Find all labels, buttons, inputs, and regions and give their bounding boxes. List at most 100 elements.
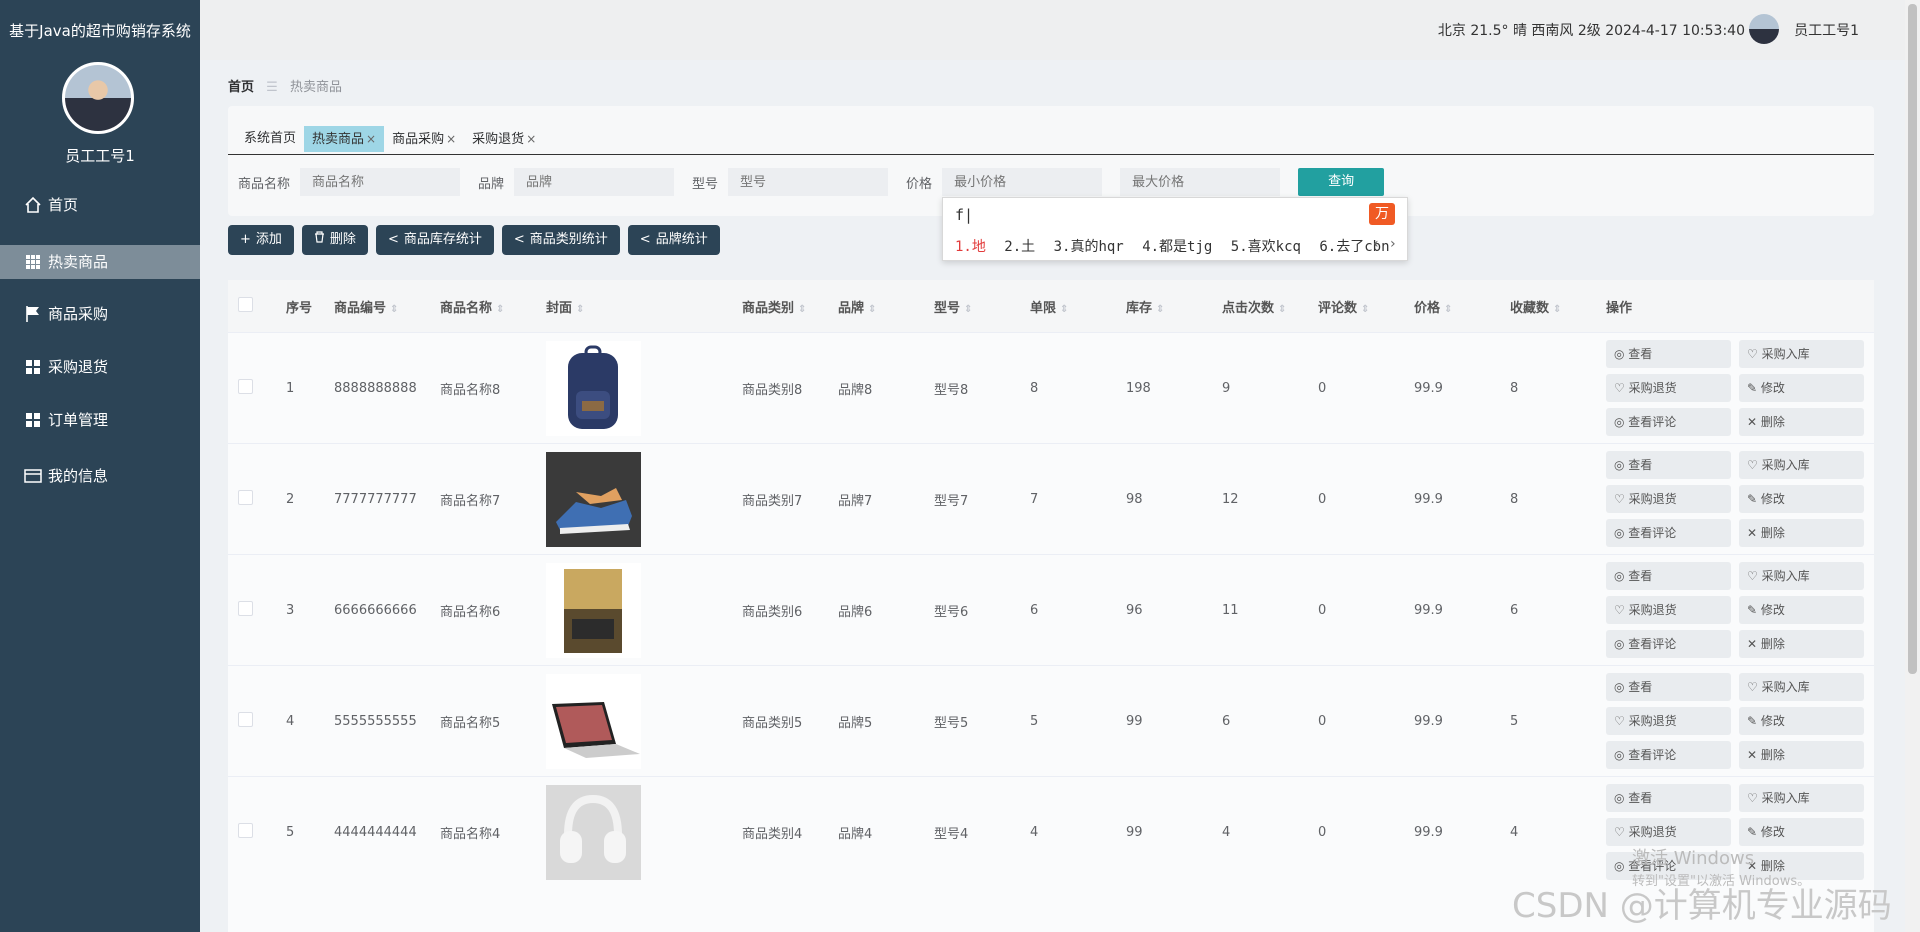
- tab-system-home[interactable]: 系统首页: [236, 126, 304, 152]
- avatar[interactable]: [62, 62, 134, 134]
- top-username[interactable]: 员工工号1: [1794, 20, 1859, 40]
- purchase-in-button[interactable]: ♡ 采购入库: [1739, 340, 1864, 368]
- brand-input[interactable]: [514, 168, 675, 196]
- cell-cover: [536, 554, 732, 666]
- edit-button[interactable]: ✎ 修改: [1739, 374, 1864, 402]
- cell-brand: 品牌4: [828, 776, 924, 887]
- purchase-return-button[interactable]: ♡ 采购退货: [1606, 596, 1731, 624]
- col-clicks[interactable]: 点击次数 ⇕: [1212, 280, 1308, 333]
- row-checkbox[interactable]: [238, 822, 253, 838]
- sort-icon: ⇕: [390, 303, 399, 315]
- product-cover-image[interactable]: [546, 673, 722, 769]
- tab-purchase-return[interactable]: 采购退货 ×: [464, 126, 544, 152]
- purchase-in-button[interactable]: ♡ 采购入库: [1739, 673, 1864, 701]
- edit-button[interactable]: ✎ 修改: [1739, 596, 1864, 624]
- ime-candidate[interactable]: 3.真的hqr: [1054, 239, 1124, 255]
- sidebar-item-label: 首页: [48, 196, 79, 214]
- ime-candidate[interactable]: 4.都是tjg: [1142, 239, 1212, 255]
- cell-cover: [536, 776, 732, 887]
- row-delete-button[interactable]: ✕ 删除: [1739, 630, 1864, 658]
- view-button[interactable]: ◎ 查看: [1606, 562, 1731, 590]
- ime-candidate[interactable]: 5.喜欢kcq: [1231, 239, 1301, 255]
- col-code[interactable]: 商品编号 ⇕: [324, 280, 430, 333]
- col-comments[interactable]: 评论数 ⇕: [1308, 280, 1404, 333]
- col-limit[interactable]: 单限 ⇕: [1020, 280, 1116, 333]
- product-cover-image[interactable]: [546, 340, 722, 436]
- col-name[interactable]: 商品名称 ⇕: [430, 280, 536, 333]
- purchase-return-button[interactable]: ♡ 采购退货: [1606, 374, 1731, 402]
- view-comments-button[interactable]: ◎ 查看评论: [1606, 519, 1731, 547]
- name-input[interactable]: [300, 168, 461, 196]
- purchase-in-button[interactable]: ♡ 采购入库: [1739, 784, 1864, 812]
- add-button[interactable]: + 添加: [228, 225, 294, 255]
- model-label: 型号: [692, 176, 719, 192]
- close-icon[interactable]: ×: [366, 132, 376, 146]
- sidebar-item-purchase-return[interactable]: 采购退货: [0, 350, 200, 384]
- eye-icon: ◎: [1614, 680, 1629, 694]
- tab-hot-products[interactable]: 热卖商品 ×: [304, 126, 385, 152]
- view-button[interactable]: ◎ 查看: [1606, 784, 1731, 812]
- max-price-input[interactable]: [1120, 168, 1281, 196]
- scrollbar-thumb[interactable]: [1908, 4, 1917, 674]
- ime-page-nav[interactable]: ‹ ›: [1372, 236, 1397, 252]
- sidebar-item-home[interactable]: 首页: [0, 188, 200, 222]
- row-delete-button[interactable]: ✕ 删除: [1739, 741, 1864, 769]
- col-price[interactable]: 价格 ⇕: [1404, 280, 1500, 333]
- row-checkbox[interactable]: [238, 378, 253, 394]
- purchase-return-button[interactable]: ♡ 采购退货: [1606, 818, 1731, 846]
- product-cover-image[interactable]: [546, 451, 722, 547]
- close-icon[interactable]: ×: [446, 132, 456, 146]
- close-icon[interactable]: ×: [526, 132, 536, 146]
- top-avatar[interactable]: [1749, 14, 1779, 44]
- close-icon: ✕: [1747, 415, 1761, 429]
- sidebar-item-purchase[interactable]: 商品采购: [0, 297, 200, 331]
- row-checkbox[interactable]: [238, 489, 253, 505]
- purchase-in-button[interactable]: ♡ 采购入库: [1739, 562, 1864, 590]
- edit-button[interactable]: ✎ 修改: [1739, 485, 1864, 513]
- brand-stats-button[interactable]: < 品牌统计: [627, 225, 720, 255]
- row-checkbox[interactable]: [238, 600, 253, 616]
- sidebar-item-my-info[interactable]: 我的信息: [0, 459, 200, 493]
- col-cover[interactable]: 封面 ⇕: [536, 280, 732, 333]
- purchase-in-button[interactable]: ♡ 采购入库: [1739, 451, 1864, 479]
- col-brand[interactable]: 品牌 ⇕: [828, 280, 924, 333]
- row-delete-button[interactable]: ✕ 删除: [1739, 408, 1864, 436]
- view-button[interactable]: ◎ 查看: [1606, 673, 1731, 701]
- view-button[interactable]: ◎ 查看: [1606, 451, 1731, 479]
- product-cover-image[interactable]: [546, 562, 722, 658]
- col-favorites[interactable]: 收藏数 ⇕: [1500, 280, 1596, 333]
- table-header-row: 序号 商品编号 ⇕ 商品名称 ⇕ 封面 ⇕ 商品类别 ⇕ 品牌 ⇕ 型号 ⇕ 单限 ⇕ 库存 ⇕…: [228, 280, 1874, 333]
- purchase-return-button[interactable]: ♡ 采购退货: [1606, 485, 1731, 513]
- tab-purchase[interactable]: 商品采购 ×: [384, 126, 464, 152]
- product-cover-image[interactable]: [546, 784, 722, 880]
- cell-operations: ◎ 查看 ♡ 采购入库 ♡ 采购退货 ✎ 修改 ◎ 查看评论 ✕ 删除: [1596, 332, 1874, 444]
- view-comments-button[interactable]: ◎ 查看评论: [1606, 408, 1731, 436]
- select-all-checkbox[interactable]: [238, 296, 253, 312]
- ime-candidate[interactable]: 1.地: [955, 239, 986, 255]
- model-input[interactable]: [728, 168, 889, 196]
- row-delete-button[interactable]: ✕ 删除: [1739, 519, 1864, 547]
- view-button[interactable]: ◎ 查看: [1606, 340, 1731, 368]
- min-price-input[interactable]: [942, 168, 1103, 196]
- col-index[interactable]: 序号: [276, 280, 324, 333]
- view-comments-button[interactable]: ◎ 查看评论: [1606, 741, 1731, 769]
- col-model[interactable]: 型号 ⇕: [924, 280, 1020, 333]
- scrollbar[interactable]: [1905, 0, 1920, 932]
- breadcrumb-home[interactable]: 首页: [228, 80, 254, 95]
- category-stats-button[interactable]: < 商品类别统计: [501, 225, 620, 255]
- sidebar-item-orders[interactable]: 订单管理: [0, 403, 200, 437]
- edit-button[interactable]: ✎ 修改: [1739, 818, 1864, 846]
- col-category[interactable]: 商品类别 ⇕: [732, 280, 828, 333]
- row-checkbox[interactable]: [238, 711, 253, 727]
- search-button[interactable]: 查询: [1298, 168, 1385, 196]
- purchase-return-button[interactable]: ♡ 采购退货: [1606, 707, 1731, 735]
- cell-model: 型号6: [924, 554, 1020, 666]
- sidebar-item-hot-products[interactable]: 热卖商品: [0, 245, 200, 279]
- ime-candidate[interactable]: 2.土: [1004, 239, 1035, 255]
- edit-button[interactable]: ✎ 修改: [1739, 707, 1864, 735]
- view-comments-button[interactable]: ◎ 查看评论: [1606, 630, 1731, 658]
- delete-button[interactable]: 删除: [301, 225, 368, 255]
- col-stock[interactable]: 库存 ⇕: [1116, 280, 1212, 333]
- stock-stats-button[interactable]: < 商品库存统计: [375, 225, 494, 255]
- cell-name: 商品名称6: [430, 554, 536, 666]
